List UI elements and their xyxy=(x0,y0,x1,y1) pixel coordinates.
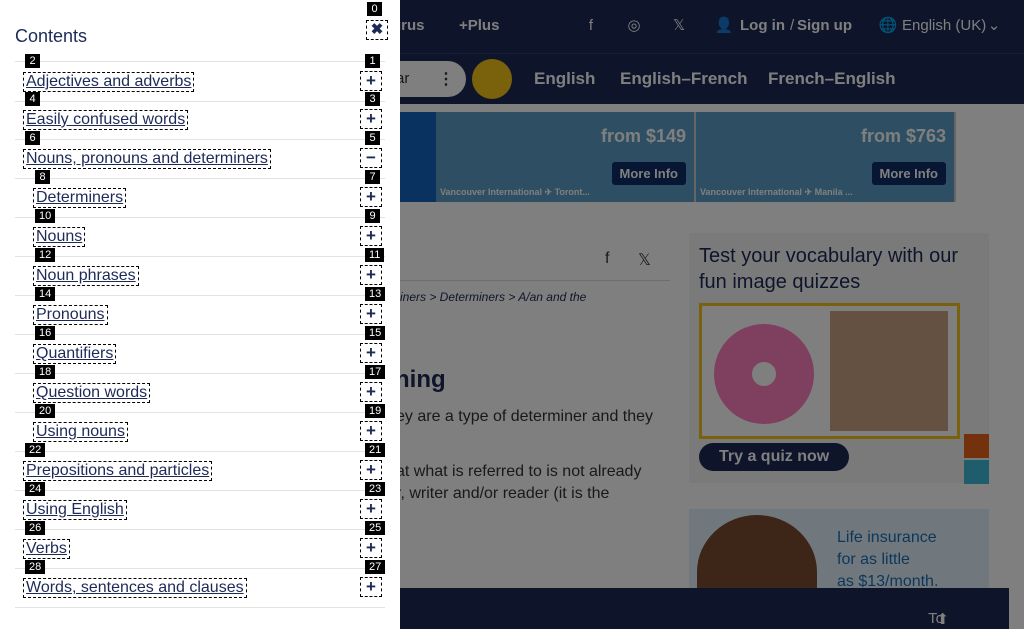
element-index-badge: 19 xyxy=(365,404,386,418)
element-index-badge: 18 xyxy=(35,365,56,379)
expand-icon[interactable]: + xyxy=(360,187,382,207)
contents-row: 18 Question words 17 + xyxy=(15,365,386,413)
contents-link[interactable]: Nouns xyxy=(33,227,86,247)
contents-link[interactable]: Words, sentences and clauses xyxy=(23,578,247,598)
expand-icon[interactable]: + xyxy=(360,577,382,597)
expand-icon[interactable]: + xyxy=(360,421,382,441)
contents-link[interactable]: Using English xyxy=(23,500,127,520)
element-index-badge: 21 xyxy=(365,443,386,457)
collapse-icon[interactable]: − xyxy=(360,148,382,168)
expand-icon[interactable]: + xyxy=(360,265,382,285)
contents-row: 28 Words, sentences and clauses 27 + xyxy=(15,560,386,608)
element-index-badge: 14 xyxy=(35,287,56,301)
element-index-badge: 17 xyxy=(365,365,386,379)
contents-link[interactable]: Question words xyxy=(33,383,151,403)
contents-row: 10 Nouns 9 + xyxy=(15,209,385,257)
contents-row: 24 Using English 23 + xyxy=(15,482,386,530)
expand-icon[interactable]: + xyxy=(360,382,382,402)
close-button[interactable]: ✖ xyxy=(366,20,388,40)
contents-link[interactable]: Pronouns xyxy=(33,305,108,325)
contents-row: 2 Adjectives and adverbs 1 + xyxy=(15,54,385,102)
expand-icon[interactable]: + xyxy=(360,538,382,558)
element-index-badge: 4 xyxy=(25,92,40,106)
element-index-badge: 23 xyxy=(365,482,386,496)
contents-row: 6 Nouns, pronouns and determiners 5 − xyxy=(15,131,385,179)
contents-link[interactable]: Nouns, pronouns and determiners xyxy=(23,149,271,169)
element-index-badge: 22 xyxy=(25,443,46,457)
contents-link[interactable]: Noun phrases xyxy=(33,266,139,286)
contents-link[interactable]: Using nouns xyxy=(33,422,128,442)
element-index-badge: 8 xyxy=(35,170,50,184)
element-index-badge: 24 xyxy=(25,482,46,496)
element-index-badge: 2 xyxy=(25,54,40,68)
contents-row: 22 Prepositions and particles 21 + xyxy=(15,443,386,491)
expand-icon[interactable]: + xyxy=(360,109,382,129)
element-index-badge: 0 xyxy=(367,2,382,16)
element-index-badge: 28 xyxy=(25,560,46,574)
element-index-badge: 7 xyxy=(365,170,380,184)
contents-row: 16 Quantifiers 15 + xyxy=(15,326,386,374)
expand-icon[interactable]: + xyxy=(360,71,382,91)
element-index-badge: 15 xyxy=(365,326,386,340)
element-index-badge: 12 xyxy=(35,248,56,262)
expand-icon[interactable]: + xyxy=(360,226,382,246)
element-index-badge: 3 xyxy=(365,92,380,106)
drawer-title: Contents xyxy=(15,26,88,46)
contents-link[interactable]: Easily confused words xyxy=(23,110,189,130)
contents-link[interactable]: Prepositions and particles xyxy=(23,461,213,481)
element-index-badge: 26 xyxy=(25,521,46,535)
element-index-badge: 20 xyxy=(35,404,56,418)
expand-icon[interactable]: + xyxy=(360,304,382,324)
element-index-badge: 25 xyxy=(365,521,386,535)
element-index-badge: 13 xyxy=(365,287,386,301)
contents-row: 12 Noun phrases 11 + xyxy=(15,248,385,296)
contents-row: 8 Determiners 7 + xyxy=(15,170,385,218)
element-index-badge: 1 xyxy=(365,54,380,68)
contents-link[interactable]: Quantifiers xyxy=(33,344,117,364)
element-index-badge: 16 xyxy=(35,326,56,340)
contents-link[interactable]: Adjectives and adverbs xyxy=(23,72,195,92)
contents-row: 20 Using nouns 19 + xyxy=(15,404,386,452)
element-index-badge: 6 xyxy=(25,131,40,145)
close-icon: ✖ xyxy=(370,21,384,38)
contents-drawer: Contents 0 ✖ 2 Adjectives and adverbs 1 +4 E… xyxy=(0,0,400,629)
expand-icon[interactable]: + xyxy=(360,343,382,363)
contents-link[interactable]: Determiners xyxy=(33,188,127,208)
element-index-badge: 27 xyxy=(365,560,386,574)
contents-row: 26 Verbs 25 + xyxy=(15,521,386,569)
element-index-badge: 5 xyxy=(365,131,380,145)
contents-row: 14 Pronouns 13 + xyxy=(15,287,386,335)
expand-icon[interactable]: + xyxy=(360,460,382,480)
element-index-badge: 9 xyxy=(365,209,380,223)
element-index-badge: 11 xyxy=(365,248,385,262)
expand-icon[interactable]: + xyxy=(360,499,382,519)
contents-row: 4 Easily confused words 3 + xyxy=(15,92,385,140)
element-index-badge: 10 xyxy=(35,209,56,223)
contents-link[interactable]: Verbs xyxy=(23,539,70,559)
